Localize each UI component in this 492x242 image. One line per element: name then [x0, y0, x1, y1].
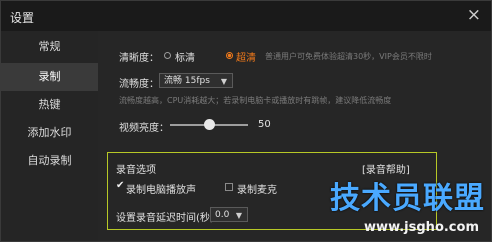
clarity-radio-super[interactable] [226, 52, 233, 59]
title-bar: 设置 × [1, 1, 491, 31]
chevron-down-icon: ▼ [220, 77, 227, 86]
smoothness-hint: 流畅度越高，CPU消耗越大；若录制电脑卡或播放时有跳帧，建议降低流畅度 [119, 96, 392, 105]
clarity-hint: 普通用户可免费体验超清30秒，VIP会员不限时 [265, 52, 432, 61]
check-icon[interactable]: ✔ [116, 181, 124, 191]
smoothness-label: 流畅度： [119, 79, 159, 90]
audio-options-title: 录音选项 [116, 165, 156, 176]
sidebar-item-hotkeys[interactable]: 热键 [1, 91, 98, 119]
watermark-logo-text: 技术员联盟 [330, 181, 485, 216]
clarity-option-super[interactable]: 超清 [236, 49, 256, 64]
close-icon[interactable]: × [467, 6, 481, 24]
sidebar-item-watermark[interactable]: 添加水印 [1, 119, 98, 147]
clarity-radio-standard[interactable] [164, 52, 171, 59]
chevron-down-icon: ▼ [235, 211, 242, 220]
sidebar-item-general[interactable]: 常规 [1, 33, 98, 61]
settings-window: 设置 × 常规 录制 热键 添加水印 自动录制 清晰度： 标清 超清 普通用户可… [0, 0, 492, 242]
audio-delay-label: 设置录音延迟时间(秒)： [116, 213, 224, 224]
clarity-label: 清晰度： [119, 53, 159, 64]
clarity-option-standard[interactable]: 标清 [175, 49, 195, 64]
brightness-slider-thumb[interactable] [204, 119, 215, 130]
window-title: 设置 [10, 11, 35, 25]
audio-delay-value: 0.0 [215, 210, 230, 220]
record-system-sound-label[interactable]: 录制电脑播放声 [126, 181, 196, 196]
smoothness-dropdown[interactable]: 流畅 15fps ▼ [159, 73, 233, 88]
audio-delay-dropdown[interactable]: 0.0 ▼ [210, 207, 248, 222]
record-mic-label[interactable]: 录制麦克 [237, 181, 277, 196]
brightness-label: 视频亮度： [119, 123, 169, 134]
record-mic-checkbox[interactable] [225, 183, 233, 191]
brightness-value: 50 [258, 119, 271, 130]
sidebar: 常规 录制 热键 添加水印 自动录制 [1, 31, 98, 241]
sidebar-item-auto-record[interactable]: 自动录制 [1, 147, 98, 175]
watermark-url: www.jsgho.com [364, 220, 479, 235]
smoothness-value: 流畅 15fps [164, 76, 210, 86]
sidebar-item-record[interactable]: 录制 [1, 63, 98, 91]
